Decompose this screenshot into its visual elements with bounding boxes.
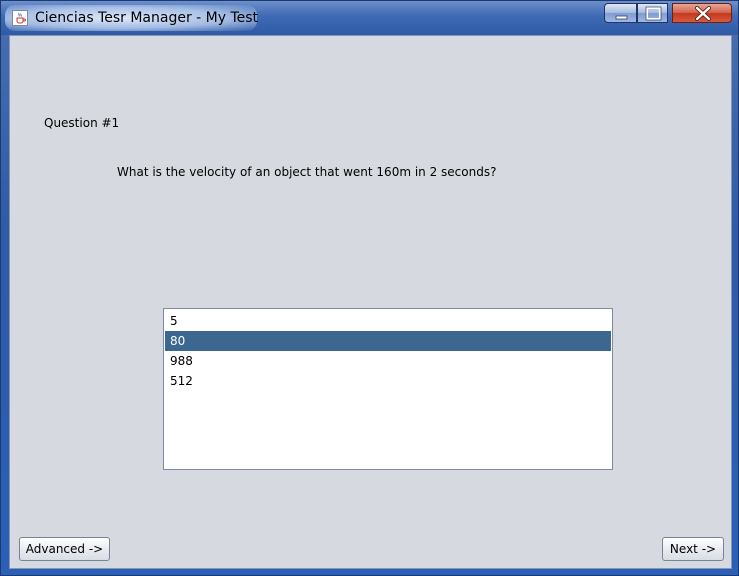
answer-option-selected[interactable]: 80 — [165, 331, 611, 351]
next-button[interactable]: Next -> — [662, 537, 724, 561]
maximize-button[interactable] — [637, 3, 668, 23]
title-bar[interactable]: Ciencias Tesr Manager - My Test — [1, 1, 738, 35]
answer-option[interactable]: 5 — [165, 311, 611, 331]
minimize-icon — [615, 15, 628, 20]
app-window: Ciencias Tesr Manager - My Test Question… — [0, 0, 739, 576]
maximize-icon — [645, 6, 662, 21]
java-cup-icon[interactable] — [12, 10, 28, 26]
close-button[interactable] — [672, 3, 732, 23]
answer-list[interactable]: 5 80 988 512 — [163, 308, 613, 470]
window-title: Ciencias Tesr Manager - My Test — [35, 10, 259, 26]
advanced-button[interactable]: Advanced -> — [19, 537, 110, 561]
window-controls — [604, 3, 732, 25]
content-panel: Question #1 What is the velocity of an o… — [9, 35, 732, 569]
question-text: What is the velocity of an object that w… — [117, 165, 497, 179]
answer-option[interactable]: 988 — [165, 351, 611, 371]
close-icon — [695, 6, 711, 21]
question-number-label: Question #1 — [44, 116, 120, 130]
minimize-button[interactable] — [604, 3, 637, 23]
answer-option[interactable]: 512 — [165, 371, 611, 391]
